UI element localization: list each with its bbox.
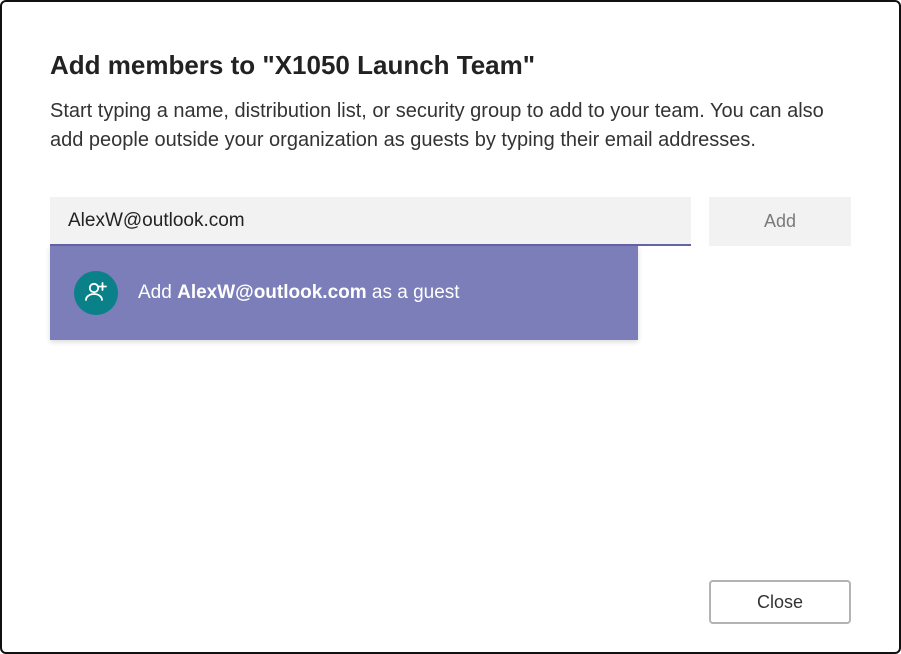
- dialog-title: Add members to "X1050 Launch Team": [50, 50, 851, 81]
- member-search-input[interactable]: [50, 197, 691, 246]
- suggestion-email: AlexW@outlook.com: [177, 282, 367, 303]
- suggestion-suffix: as a guest: [367, 282, 460, 303]
- guest-suggestion-item[interactable]: Add AlexW@outlook.com as a guest: [50, 246, 638, 340]
- add-guest-icon: [74, 271, 118, 315]
- add-members-dialog: Add members to "X1050 Launch Team" Start…: [0, 0, 901, 654]
- input-wrapper: Add AlexW@outlook.com as a guest: [50, 197, 691, 246]
- suggestion-prefix: Add: [138, 282, 177, 303]
- dialog-description: Start typing a name, distribution list, …: [50, 97, 850, 155]
- close-button[interactable]: Close: [709, 580, 851, 624]
- input-row: Add AlexW@outlook.com as a guest Add: [50, 197, 851, 246]
- suggestion-text: Add AlexW@outlook.com as a guest: [138, 282, 460, 304]
- add-button[interactable]: Add: [709, 197, 851, 246]
